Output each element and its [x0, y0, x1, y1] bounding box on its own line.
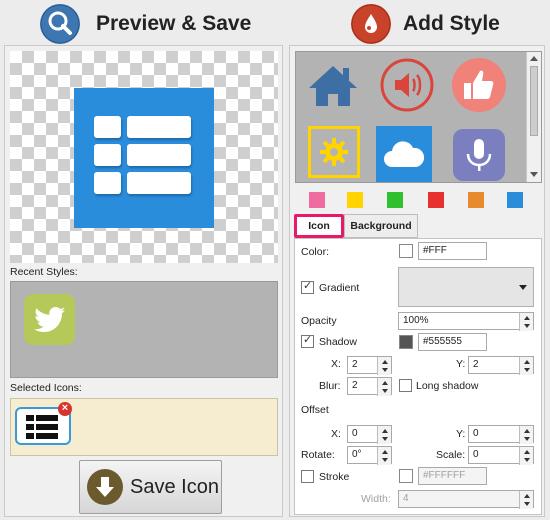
shadow-checkbox[interactable]	[301, 333, 314, 348]
selected-icons-area: ×	[10, 398, 278, 456]
scale-value: 0	[473, 449, 479, 460]
stroke-label: Stroke	[319, 471, 350, 483]
tab-icon[interactable]: Icon	[294, 214, 344, 238]
rotate-input[interactable]: 0°	[347, 446, 392, 465]
shadow-y-value: 2	[473, 359, 479, 370]
long-shadow-label: Long shadow	[416, 380, 479, 392]
list-icon	[26, 415, 58, 439]
scroll-down-arrow-icon[interactable]	[530, 172, 538, 177]
gallery-scrollbar[interactable]	[526, 52, 541, 182]
download-arrow-icon	[87, 469, 123, 505]
color-hex-input[interactable]: #FFF	[418, 242, 487, 260]
recent-styles-area	[10, 281, 278, 378]
offset-y-input[interactable]: 0	[468, 425, 534, 444]
shadow-x-input[interactable]: 2	[347, 356, 392, 375]
color-swatch[interactable]	[507, 192, 523, 208]
width-input[interactable]: 4	[398, 490, 534, 509]
width-label: Width:	[361, 493, 391, 505]
shadow-hex-input[interactable]: #555555	[418, 333, 487, 351]
shadow-x-label: X:	[331, 358, 341, 370]
gradient-dropdown[interactable]	[398, 267, 534, 307]
gradient-label: Gradient	[319, 282, 360, 294]
offset-x-value: 0	[352, 428, 358, 439]
scroll-up-arrow-icon[interactable]	[530, 56, 538, 61]
gallery-gear-tile[interactable]	[308, 126, 360, 178]
stroke-checkbox[interactable]	[301, 470, 314, 483]
opacity-input[interactable]: 100%	[398, 312, 534, 331]
scale-label: Scale:	[436, 449, 466, 461]
offset-y-spinner[interactable]	[519, 426, 533, 444]
save-icon-label: Save Icon	[130, 475, 219, 498]
color-swatch[interactable]	[387, 192, 403, 208]
save-icon-button[interactable]: Save Icon	[79, 460, 222, 514]
preview-canvas	[10, 51, 278, 263]
rotate-value: 0°	[352, 449, 362, 460]
stroke-color-button[interactable]	[399, 469, 413, 483]
opacity-value: 100%	[403, 315, 429, 326]
gallery-thumbs-up-tile[interactable]	[450, 56, 508, 114]
scale-spinner[interactable]	[519, 447, 533, 465]
stroke-hex-input[interactable]: #FFFFFF	[418, 467, 487, 485]
offset-x-spinner[interactable]	[377, 426, 391, 444]
recent-styles-label: Recent Styles:	[10, 266, 78, 278]
drop-icon	[351, 4, 391, 44]
offset-x-input[interactable]: 0	[347, 425, 392, 444]
color-swatch[interactable]	[428, 192, 444, 208]
chevron-down-icon	[519, 285, 527, 290]
gallery-speaker-tile[interactable]	[378, 56, 436, 114]
shadow-x-value: 2	[352, 359, 358, 370]
color-label: Color:	[301, 246, 330, 258]
gallery-home-tile[interactable]	[304, 56, 362, 114]
shadow-y-spinner[interactable]	[519, 357, 533, 375]
shadow-y-label: Y:	[456, 358, 466, 370]
twitter-bird-icon	[33, 306, 65, 332]
blur-spinner[interactable]	[377, 378, 391, 396]
offset-x-label: X:	[331, 428, 341, 440]
rotate-spinner[interactable]	[377, 447, 391, 465]
close-icon: ×	[61, 402, 69, 414]
recent-style-tile[interactable]	[24, 294, 75, 345]
offset-label: Offset	[301, 404, 329, 416]
microphone-icon	[453, 129, 505, 181]
rotate-label: Rotate:	[301, 449, 335, 461]
add-style-title: Add Style	[403, 12, 500, 35]
preview-save-title: Preview & Save	[96, 12, 252, 35]
gallery-microphone-tile[interactable]	[450, 126, 508, 182]
cloud-icon	[384, 141, 425, 167]
tab-background[interactable]: Background	[344, 214, 418, 238]
long-shadow-checkbox[interactable]	[399, 379, 412, 392]
home-icon	[309, 66, 357, 106]
blur-label: Blur:	[319, 380, 341, 392]
icon-gallery	[295, 51, 542, 183]
scroll-thumb[interactable]	[530, 66, 538, 136]
width-spinner[interactable]	[519, 491, 533, 509]
selected-icons-label: Selected Icons:	[10, 382, 82, 394]
speaker-icon	[380, 58, 434, 112]
offset-y-label: Y:	[456, 428, 466, 440]
width-value: 4	[403, 493, 409, 504]
remove-selected-icon-button[interactable]: ×	[58, 402, 72, 416]
opacity-label: Opacity	[301, 315, 337, 327]
preview-icon-tile	[74, 88, 214, 228]
gear-icon	[320, 138, 348, 166]
shadow-y-input[interactable]: 2	[468, 356, 534, 375]
blur-input[interactable]: 2	[347, 377, 392, 396]
blur-value: 2	[352, 380, 358, 391]
offset-y-value: 0	[473, 428, 479, 439]
gallery-cloud-tile[interactable]	[376, 126, 432, 182]
scale-input[interactable]: 0	[468, 446, 534, 465]
shadow-x-spinner[interactable]	[377, 357, 391, 375]
shadow-color-button[interactable]	[399, 335, 413, 349]
magnifier-icon	[40, 4, 80, 44]
shadow-label: Shadow	[319, 336, 357, 348]
opacity-spinner[interactable]	[519, 313, 533, 331]
color-swatch[interactable]	[309, 192, 325, 208]
color-swatch-button[interactable]	[399, 244, 413, 258]
color-swatch[interactable]	[468, 192, 484, 208]
thumbs-up-icon	[452, 58, 506, 112]
gradient-checkbox[interactable]	[301, 279, 314, 294]
color-swatch[interactable]	[347, 192, 363, 208]
